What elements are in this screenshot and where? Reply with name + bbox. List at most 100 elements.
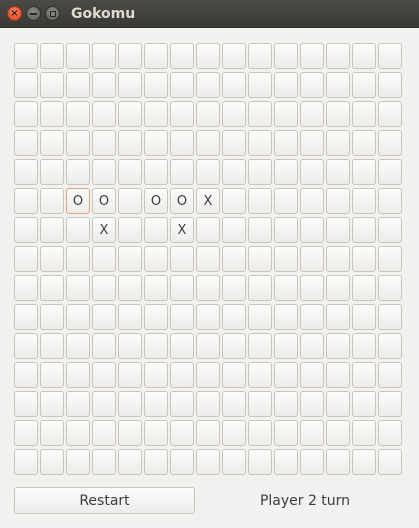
- board-cell-r11-c7[interactable]: [196, 362, 220, 388]
- board-cell-r8-c12[interactable]: [326, 275, 350, 301]
- board-cell-r2-c1[interactable]: [40, 101, 64, 127]
- board-cell-r13-c0[interactable]: [14, 420, 38, 446]
- board-cell-r3-c11[interactable]: [300, 130, 324, 156]
- board-cell-r11-c12[interactable]: [326, 362, 350, 388]
- board-cell-r14-c9[interactable]: [248, 449, 272, 475]
- board-cell-r0-c4[interactable]: [118, 43, 142, 69]
- board-cell-r5-c7[interactable]: X: [196, 188, 220, 214]
- board-cell-r8-c8[interactable]: [222, 275, 246, 301]
- board-cell-r1-c9[interactable]: [248, 72, 272, 98]
- board-cell-r7-c12[interactable]: [326, 246, 350, 272]
- board-cell-r10-c5[interactable]: [144, 333, 168, 359]
- board-cell-r8-c9[interactable]: [248, 275, 272, 301]
- board-cell-r11-c11[interactable]: [300, 362, 324, 388]
- board-cell-r2-c5[interactable]: [144, 101, 168, 127]
- board-cell-r0-c1[interactable]: [40, 43, 64, 69]
- board-cell-r9-c12[interactable]: [326, 304, 350, 330]
- board-cell-r7-c0[interactable]: [14, 246, 38, 272]
- board-cell-r12-c9[interactable]: [248, 391, 272, 417]
- board-cell-r13-c8[interactable]: [222, 420, 246, 446]
- board-cell-r14-c6[interactable]: [170, 449, 194, 475]
- board-cell-r9-c3[interactable]: [92, 304, 116, 330]
- board-cell-r5-c12[interactable]: [326, 188, 350, 214]
- board-cell-r10-c6[interactable]: [170, 333, 194, 359]
- board-cell-r3-c13[interactable]: [352, 130, 376, 156]
- board-cell-r13-c6[interactable]: [170, 420, 194, 446]
- board-cell-r13-c10[interactable]: [274, 420, 298, 446]
- board-cell-r8-c10[interactable]: [274, 275, 298, 301]
- board-cell-r13-c9[interactable]: [248, 420, 272, 446]
- board-cell-r3-c10[interactable]: [274, 130, 298, 156]
- board-cell-r6-c9[interactable]: [248, 217, 272, 243]
- board-cell-r7-c9[interactable]: [248, 246, 272, 272]
- board-cell-r7-c8[interactable]: [222, 246, 246, 272]
- board-cell-r9-c7[interactable]: [196, 304, 220, 330]
- board-cell-r3-c6[interactable]: [170, 130, 194, 156]
- close-button[interactable]: ×: [7, 6, 22, 21]
- board-cell-r14-c1[interactable]: [40, 449, 64, 475]
- board-cell-r0-c5[interactable]: [144, 43, 168, 69]
- board-cell-r8-c4[interactable]: [118, 275, 142, 301]
- board-cell-r9-c0[interactable]: [14, 304, 38, 330]
- board-cell-r14-c12[interactable]: [326, 449, 350, 475]
- board-cell-r10-c14[interactable]: [378, 333, 402, 359]
- board-cell-r11-c5[interactable]: [144, 362, 168, 388]
- board-cell-r9-c11[interactable]: [300, 304, 324, 330]
- board-cell-r11-c8[interactable]: [222, 362, 246, 388]
- board-cell-r2-c9[interactable]: [248, 101, 272, 127]
- board-cell-r7-c11[interactable]: [300, 246, 324, 272]
- board-cell-r0-c14[interactable]: [378, 43, 402, 69]
- board-cell-r12-c1[interactable]: [40, 391, 64, 417]
- board-cell-r13-c11[interactable]: [300, 420, 324, 446]
- board-cell-r4-c7[interactable]: [196, 159, 220, 185]
- board-cell-r10-c0[interactable]: [14, 333, 38, 359]
- board-cell-r1-c2[interactable]: [66, 72, 90, 98]
- board-cell-r12-c11[interactable]: [300, 391, 324, 417]
- board-cell-r10-c12[interactable]: [326, 333, 350, 359]
- board-cell-r5-c2[interactable]: O: [66, 188, 90, 214]
- board-cell-r9-c2[interactable]: [66, 304, 90, 330]
- board-cell-r3-c0[interactable]: [14, 130, 38, 156]
- board-cell-r8-c5[interactable]: [144, 275, 168, 301]
- board-cell-r9-c10[interactable]: [274, 304, 298, 330]
- board-cell-r5-c14[interactable]: [378, 188, 402, 214]
- board-cell-r11-c2[interactable]: [66, 362, 90, 388]
- board-cell-r8-c3[interactable]: [92, 275, 116, 301]
- board-cell-r12-c13[interactable]: [352, 391, 376, 417]
- board-cell-r4-c8[interactable]: [222, 159, 246, 185]
- board-cell-r3-c7[interactable]: [196, 130, 220, 156]
- board-cell-r0-c7[interactable]: [196, 43, 220, 69]
- board-cell-r5-c8[interactable]: [222, 188, 246, 214]
- board-cell-r10-c11[interactable]: [300, 333, 324, 359]
- board-cell-r2-c4[interactable]: [118, 101, 142, 127]
- board-cell-r10-c2[interactable]: [66, 333, 90, 359]
- board-cell-r10-c10[interactable]: [274, 333, 298, 359]
- board-cell-r0-c0[interactable]: [14, 43, 38, 69]
- board-cell-r1-c4[interactable]: [118, 72, 142, 98]
- board-cell-r4-c4[interactable]: [118, 159, 142, 185]
- board-cell-r1-c13[interactable]: [352, 72, 376, 98]
- board-cell-r6-c0[interactable]: [14, 217, 38, 243]
- board-cell-r4-c10[interactable]: [274, 159, 298, 185]
- board-cell-r5-c9[interactable]: [248, 188, 272, 214]
- board-cell-r13-c1[interactable]: [40, 420, 64, 446]
- board-cell-r9-c13[interactable]: [352, 304, 376, 330]
- board-cell-r6-c11[interactable]: [300, 217, 324, 243]
- board-cell-r12-c7[interactable]: [196, 391, 220, 417]
- board-cell-r4-c5[interactable]: [144, 159, 168, 185]
- board-cell-r1-c14[interactable]: [378, 72, 402, 98]
- board-cell-r1-c12[interactable]: [326, 72, 350, 98]
- board-cell-r5-c13[interactable]: [352, 188, 376, 214]
- board-cell-r10-c1[interactable]: [40, 333, 64, 359]
- board-cell-r8-c1[interactable]: [40, 275, 64, 301]
- board-cell-r14-c5[interactable]: [144, 449, 168, 475]
- board-cell-r6-c4[interactable]: [118, 217, 142, 243]
- board-cell-r3-c14[interactable]: [378, 130, 402, 156]
- board-cell-r12-c4[interactable]: [118, 391, 142, 417]
- board-cell-r14-c3[interactable]: [92, 449, 116, 475]
- board-cell-r13-c2[interactable]: [66, 420, 90, 446]
- board-cell-r5-c1[interactable]: [40, 188, 64, 214]
- board-cell-r0-c10[interactable]: [274, 43, 298, 69]
- board-cell-r11-c9[interactable]: [248, 362, 272, 388]
- board-cell-r8-c7[interactable]: [196, 275, 220, 301]
